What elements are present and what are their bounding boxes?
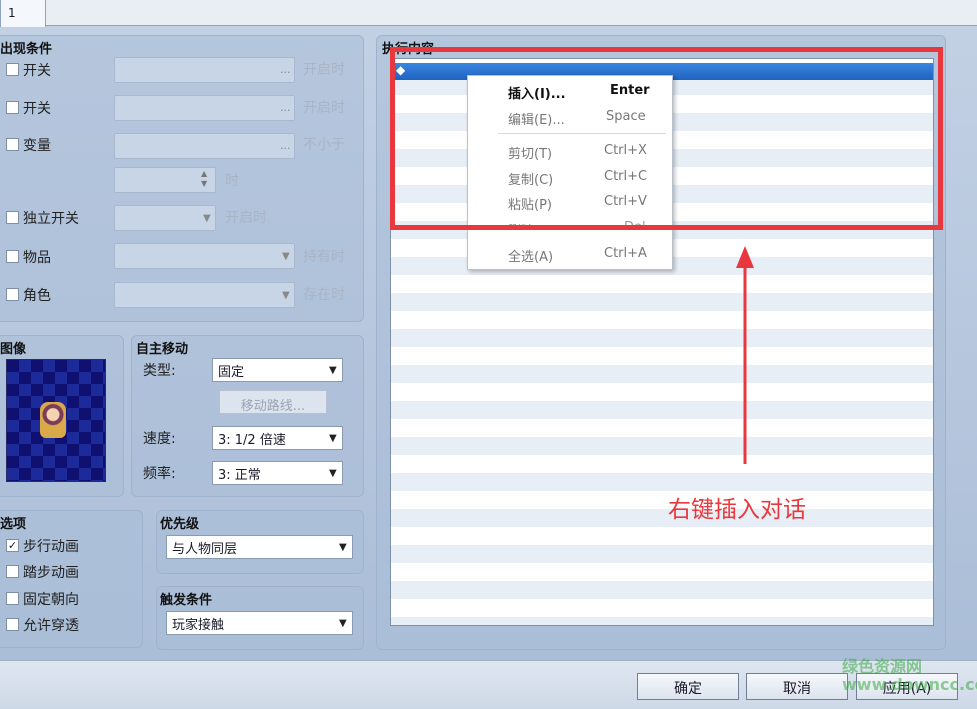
move-speed-dropdown-icon[interactable]: ▼: [329, 433, 337, 444]
cancel-button[interactable]: 取消: [746, 673, 848, 700]
character-sprite: [40, 402, 66, 438]
priority-value: 与人物同层: [172, 542, 238, 557]
switch2-field[interactable]: [114, 95, 295, 121]
variable-checkbox[interactable]: [6, 138, 19, 151]
direction-fix-label: 固定朝向: [23, 592, 79, 608]
direction-fix-checkbox[interactable]: [6, 592, 19, 605]
item-dropdown-icon[interactable]: ▼: [282, 251, 290, 262]
actor-checkbox[interactable]: [6, 288, 19, 301]
move-route-button[interactable]: 移动路线...: [219, 390, 327, 414]
actor-select[interactable]: [114, 282, 295, 308]
switch2-label: 开关: [23, 101, 51, 117]
move-type-label: 类型:: [143, 363, 176, 379]
spinner-arrows-icon[interactable]: ▲ ▼: [201, 169, 207, 189]
switch1-label: 开关: [23, 63, 51, 79]
self-switch-select[interactable]: [114, 205, 216, 231]
item-select[interactable]: [114, 243, 295, 269]
switch1-browse-button[interactable]: ...: [280, 63, 291, 76]
switch2-browse-button[interactable]: ...: [280, 101, 291, 114]
annotation-text: 右键插入对话: [668, 497, 806, 523]
through-checkbox[interactable]: [6, 618, 19, 631]
arrow-up-icon: [736, 246, 754, 464]
actor-dropdown-icon[interactable]: ▼: [282, 290, 290, 301]
stepping-anim-label: 踏步动画: [23, 565, 79, 581]
switch1-checkbox[interactable]: [6, 63, 19, 76]
trigger-dropdown-icon[interactable]: ▼: [339, 618, 347, 629]
move-type-value: 固定: [218, 365, 245, 380]
highlight-box-annotation: [390, 47, 943, 230]
move-speed-select[interactable]: 3: 1/2 倍速: [212, 426, 343, 450]
variable-suffix: 不小于: [303, 137, 345, 153]
priority-dropdown-icon[interactable]: ▼: [339, 542, 347, 553]
watermark: 绿色资源网 www.downcc.com: [842, 657, 977, 694]
move-type-dropdown-icon[interactable]: ▼: [329, 365, 337, 376]
trigger-select[interactable]: 玩家接触: [166, 611, 353, 635]
menu-item-select-all-shortcut: Ctrl+A: [604, 246, 647, 261]
actor-suffix: 存在时: [303, 287, 345, 303]
move-type-select[interactable]: 固定: [212, 358, 343, 382]
self-switch-label: 独立开关: [23, 211, 79, 227]
self-switch-checkbox[interactable]: [6, 211, 19, 224]
through-label: 允许穿透: [23, 618, 79, 634]
move-frequency-dropdown-icon[interactable]: ▼: [329, 468, 337, 479]
tab-strip: [0, 0, 977, 26]
stepping-anim-checkbox[interactable]: [6, 565, 19, 578]
move-speed-label: 速度:: [143, 431, 176, 447]
menu-item-select-all[interactable]: 全选(A) Ctrl+A: [468, 242, 672, 266]
priority-title: 优先级: [160, 517, 200, 532]
trigger-title: 触发条件: [160, 593, 213, 608]
variable-label: 变量: [23, 138, 51, 154]
variable-field[interactable]: [114, 133, 295, 159]
priority-select[interactable]: 与人物同层: [166, 535, 353, 559]
variable-value-suffix: 时: [225, 173, 239, 189]
autonomous-title: 自主移动: [136, 342, 189, 357]
walking-anim-checkbox[interactable]: ✓: [6, 539, 19, 552]
move-frequency-select[interactable]: 3: 正常: [212, 461, 343, 485]
switch2-suffix: 开启时: [303, 100, 345, 116]
item-suffix: 持有时: [303, 249, 345, 265]
move-speed-value: 3: 1/2 倍速: [218, 433, 286, 448]
trigger-value: 玩家接触: [172, 618, 225, 633]
self-switch-dropdown-icon[interactable]: ▼: [203, 213, 211, 224]
switch1-field[interactable]: [114, 57, 295, 83]
ok-button[interactable]: 确定: [637, 673, 739, 700]
item-checkbox[interactable]: [6, 250, 19, 263]
switch1-suffix: 开启时: [303, 62, 345, 78]
conditions-title: 出现条件: [0, 42, 53, 57]
move-frequency-label: 频率:: [143, 466, 176, 482]
item-label: 物品: [23, 250, 51, 266]
actor-label: 角色: [23, 288, 51, 304]
image-title: 图像: [0, 342, 27, 357]
self-switch-suffix: 开启时: [225, 210, 267, 226]
move-frequency-value: 3: 正常: [218, 468, 261, 483]
options-title: 选项: [0, 517, 27, 532]
switch2-checkbox[interactable]: [6, 101, 19, 114]
walking-anim-label: 步行动画: [23, 539, 79, 555]
menu-item-select-all-label: 全选(A): [508, 250, 554, 265]
variable-browse-button[interactable]: ...: [280, 139, 291, 152]
tab-page-1[interactable]: 1: [0, 0, 46, 27]
